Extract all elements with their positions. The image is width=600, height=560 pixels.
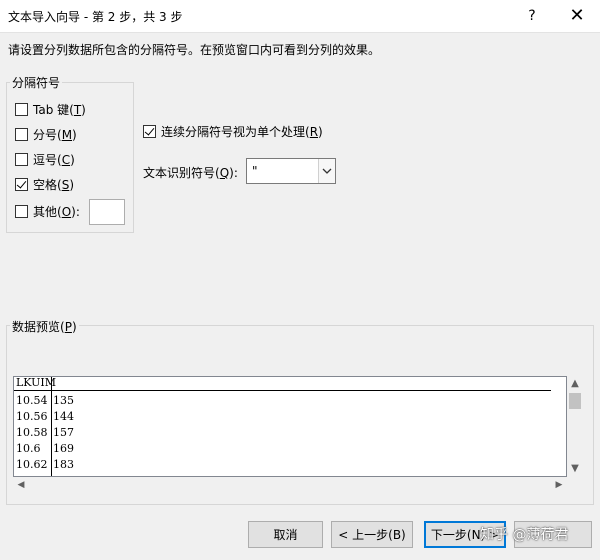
chevron-right-icon[interactable]: ▶ — [551, 477, 567, 494]
column-break-line[interactable] — [51, 377, 52, 476]
preview-row: 10.6 169 — [16, 442, 74, 455]
preview-vertical-scrollbar[interactable]: ▲ ▼ — [567, 376, 583, 477]
instruction-text: 请设置分列数据所包含的分隔符号。在预览窗口内可看到分列的效果。 — [8, 43, 381, 57]
preview-header-col1: LKUIM — [16, 376, 57, 389]
semicolon-check-box[interactable] — [15, 127, 28, 141]
preview-header-row: LKUIM — [14, 377, 551, 391]
tab-check-box[interactable] — [15, 102, 28, 116]
preview-row: 10.62 183 — [16, 458, 74, 471]
text-qualifier-select[interactable]: " — [246, 158, 336, 184]
chevron-left-icon[interactable]: ◀ — [13, 477, 29, 494]
text-qualifier-value: " — [252, 164, 258, 178]
comma-checkbox[interactable]: 逗号(C) — [15, 150, 75, 168]
chevron-down-icon[interactable] — [318, 159, 335, 183]
delimiters-legend: 分隔符号 — [10, 74, 63, 91]
consecutive-delimiters-checkbox[interactable]: 连续分隔符号视为单个处理(R) — [143, 122, 323, 140]
other-delimiter-input[interactable] — [89, 199, 125, 225]
preview-horizontal-scrollbar[interactable]: ◀ ▶ — [13, 477, 567, 494]
watermark-text: 知乎 @薄荷君 — [480, 527, 569, 543]
comma-check-box[interactable] — [15, 152, 28, 166]
consecutive-check-box[interactable] — [143, 124, 156, 138]
help-button[interactable]: ? — [522, 6, 542, 26]
back-button[interactable]: < 上一步(B) — [331, 521, 413, 548]
other-checkbox[interactable]: 其他(O): — [15, 202, 80, 220]
other-check-box[interactable] — [15, 204, 28, 218]
chevron-up-icon[interactable]: ▲ — [567, 376, 583, 392]
title-bar: 文本导入向导 - 第 2 步，共 3 步 ? ✕ — [0, 0, 600, 33]
chevron-down-icon[interactable]: ▼ — [567, 461, 583, 477]
space-checkbox[interactable]: 空格(S) — [15, 175, 74, 193]
semicolon-checkbox[interactable]: 分号(M) — [15, 125, 77, 143]
tab-checkbox[interactable]: Tab 键(T) — [15, 100, 86, 118]
space-check-box[interactable] — [15, 177, 28, 191]
cancel-button[interactable]: 取消 — [248, 521, 323, 548]
data-preview-grid[interactable]: LKUIM 10.54 135 10.56 144 10.58 157 10.6 169… — [13, 376, 567, 477]
window-title: 文本导入向导 - 第 2 步，共 3 步 — [8, 10, 183, 24]
text-qualifier-label: 文本识别符号(Q): — [143, 166, 238, 180]
close-icon[interactable]: ✕ — [566, 5, 588, 27]
preview-row: 10.56 144 — [16, 410, 74, 423]
scrollbar-thumb[interactable] — [569, 393, 581, 409]
preview-row: 10.58 157 — [16, 426, 74, 439]
preview-row: 10.54 135 — [16, 394, 74, 407]
data-preview-legend: 数据预览(P) — [10, 318, 79, 335]
